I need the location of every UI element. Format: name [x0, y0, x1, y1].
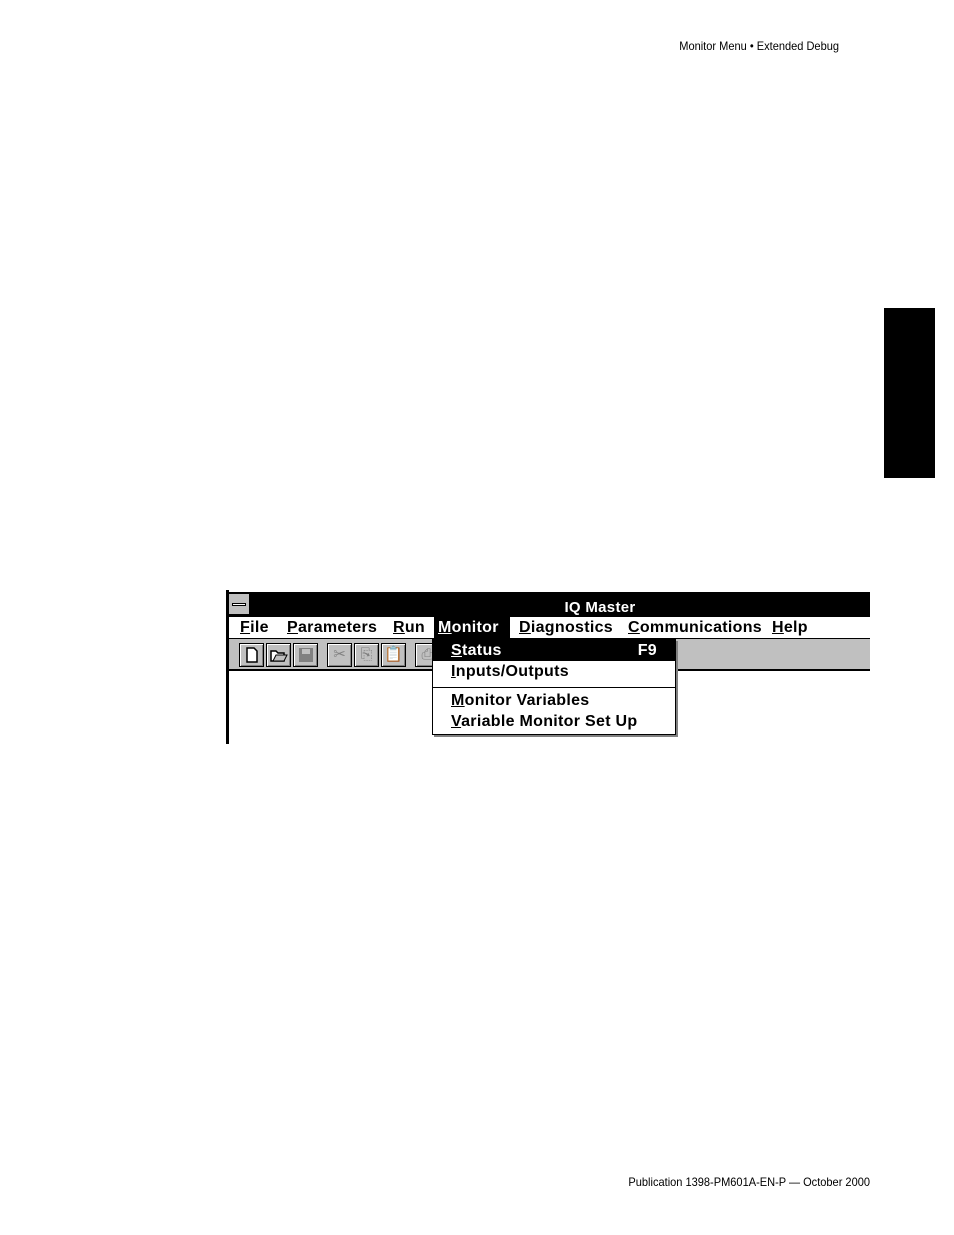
section-thumb-tab	[884, 308, 935, 478]
menu-bar: File Parameters Run Monitor Diagnostics …	[229, 617, 870, 639]
open-folder-icon	[269, 650, 288, 662]
menu-parameters[interactable]: Parameters	[283, 617, 381, 638]
menu-separator	[433, 687, 675, 688]
menu-help[interactable]: Help	[768, 617, 812, 638]
page-footer: Publication 1398-PM601A-EN-P — October 2…	[628, 1175, 870, 1189]
menu-item-monitor-variables[interactable]: Monitor Variables	[433, 690, 675, 711]
menu-monitor[interactable]: Monitor	[434, 617, 510, 638]
menu-item-status[interactable]: Status F9	[433, 640, 675, 661]
title-bar[interactable]: IQ Master	[226, 592, 870, 618]
monitor-dropdown-menu: Status F9 Inputs/Outputs Monitor Variable…	[432, 639, 676, 735]
menu-communications[interactable]: Communications	[624, 617, 766, 638]
new-file-icon	[245, 647, 258, 663]
copy-icon: ⎘	[360, 646, 373, 663]
menu-item-variable-monitor-setup[interactable]: Variable Monitor Set Up	[433, 711, 675, 732]
cut-button[interactable]: ✂	[327, 643, 352, 667]
system-menu-button[interactable]	[229, 594, 250, 614]
paste-icon: 📋	[384, 646, 403, 663]
menu-item-inputs-outputs[interactable]: Inputs/Outputs	[433, 661, 675, 682]
save-button[interactable]	[293, 643, 318, 667]
save-icon	[298, 648, 313, 662]
copy-button[interactable]: ⎘	[354, 643, 379, 667]
window-title: IQ Master	[564, 599, 636, 616]
cut-icon: ✂	[333, 646, 346, 663]
menu-file[interactable]: File	[236, 617, 273, 638]
page-header: Monitor Menu • Extended Debug	[679, 39, 839, 53]
new-file-button[interactable]	[239, 643, 264, 667]
menu-run[interactable]: Run	[389, 617, 429, 638]
shortcut-label: F9	[637, 642, 657, 659]
menu-diagnostics[interactable]: Diagnostics	[515, 617, 617, 638]
system-menu-icon	[232, 603, 246, 606]
open-folder-button[interactable]	[266, 643, 291, 667]
paste-button[interactable]: 📋	[381, 643, 406, 667]
